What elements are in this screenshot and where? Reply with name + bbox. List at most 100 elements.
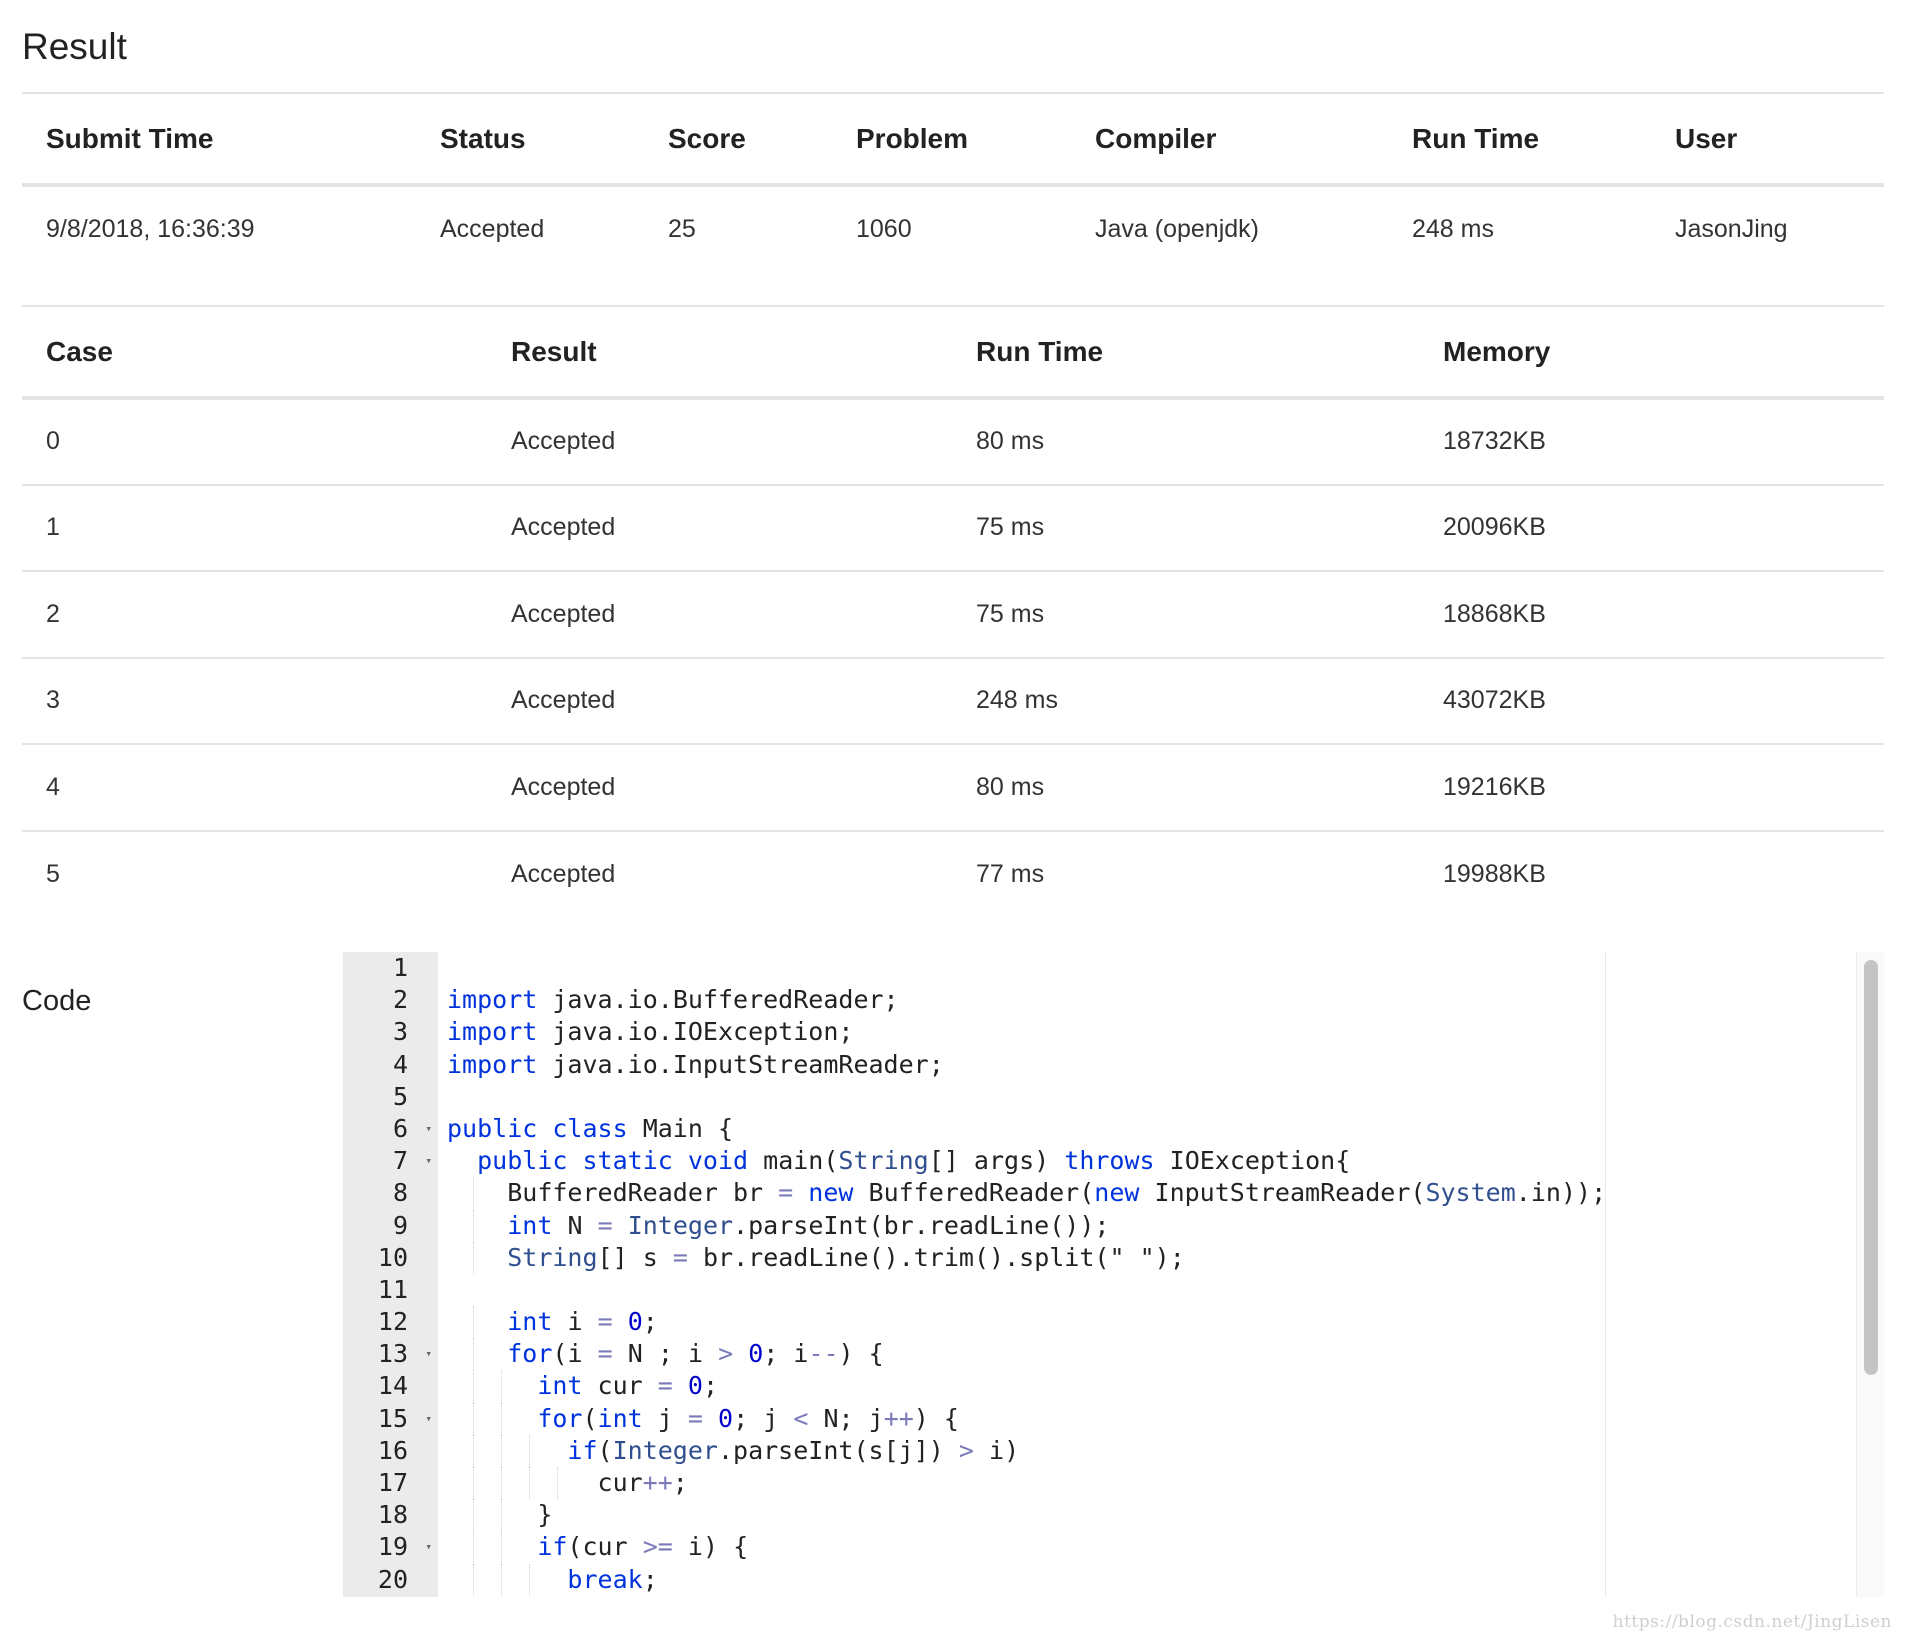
fold-toggle-icon[interactable]: ▾	[425, 1531, 432, 1563]
header-score: Score	[668, 122, 746, 154]
code-line: BufferedReader br = new BufferedReader(n…	[447, 1177, 1884, 1210]
code-content[interactable]: import java.io.BufferedReader; import jav…	[447, 952, 1884, 1596]
indent-guide	[501, 1402, 502, 1435]
line-number-text: 4	[392, 1049, 408, 1079]
line-number: 9	[343, 1210, 438, 1242]
fold-toggle-icon[interactable]: ▾	[425, 1145, 432, 1177]
header-submit-time: Submit Time	[46, 122, 214, 154]
submit-time: 9/8/2018, 16:36:39	[46, 214, 255, 243]
indent-guide	[501, 1370, 502, 1403]
submission-header-row: Submit Time Status Score Problem Compile…	[22, 93, 1884, 185]
line-number-text: 15	[377, 1403, 408, 1433]
table-row: 2 Accepted 75 ms 18868KB	[22, 571, 1884, 658]
indent-guide	[473, 1467, 474, 1500]
line-number: 12	[343, 1306, 438, 1338]
vertical-scrollbar[interactable]	[1856, 952, 1884, 1597]
line-number: 6 ▾	[343, 1113, 438, 1145]
table-row: 0 Accepted 80 ms 18732KB	[22, 398, 1884, 485]
header-problem: Problem	[856, 122, 969, 154]
case-header-row: Case Result Run Time Memory	[22, 306, 1884, 398]
code-line: int i = 0;	[447, 1306, 1884, 1339]
case-memory: 43072KB	[1443, 686, 1546, 715]
status-accepted: Accepted	[440, 214, 545, 243]
line-number: 7 ▾	[343, 1145, 438, 1177]
code-line: public class Main {	[447, 1113, 734, 1143]
indent-guide	[473, 1370, 474, 1403]
header-user: User	[1675, 122, 1738, 154]
fold-toggle-icon[interactable]: ▾	[425, 1403, 432, 1435]
page-title: Result	[22, 26, 127, 67]
line-number-text: 2	[392, 985, 408, 1015]
line-number: 19 ▾	[343, 1531, 438, 1563]
indent-guide	[473, 1434, 474, 1467]
run-time: 248 ms	[1412, 214, 1494, 243]
indent-guide	[501, 1434, 502, 1467]
header-compiler: Compiler	[1095, 122, 1217, 154]
case-result: Accepted	[511, 859, 616, 888]
line-number-text: 14	[377, 1371, 408, 1401]
code-line: for(int j = 0; j < N; j++) {	[447, 1402, 1884, 1435]
indent-guide	[557, 1467, 558, 1500]
scrollbar-thumb[interactable]	[1864, 960, 1878, 1375]
line-number-text: 13	[377, 1339, 408, 1369]
line-number: 15 ▾	[343, 1403, 438, 1435]
line-number-text: 17	[377, 1468, 408, 1497]
compiler: Java (openjdk)	[1095, 214, 1259, 243]
indent-guide	[473, 1338, 474, 1371]
fold-toggle-icon[interactable]: ▾	[425, 1113, 432, 1145]
line-number: 5	[343, 1081, 438, 1113]
code-line: import java.io.InputStreamReader;	[447, 1049, 944, 1079]
case-run-time: 80 ms	[976, 427, 1045, 456]
line-number-text: 12	[377, 1307, 408, 1337]
code-line: if(cur >= i) {	[447, 1531, 1884, 1564]
header-case-run-time: Run Time	[976, 335, 1104, 367]
line-number: 2	[343, 984, 438, 1016]
case-result: Accepted	[511, 599, 616, 628]
code-line: String[] s = br.readLine().trim().split(…	[447, 1241, 1884, 1274]
header-run-time: Run Time	[1412, 122, 1540, 154]
indent-guide	[473, 1209, 474, 1242]
indent-guide	[473, 1241, 474, 1274]
submission-row: 9/8/2018, 16:36:39 Accepted 25 1060 Java…	[22, 185, 1884, 271]
case-result: Accepted	[511, 513, 616, 542]
case-run-time: 75 ms	[976, 599, 1045, 628]
code-line: import java.io.BufferedReader;	[447, 985, 899, 1015]
case-table: Case Result Run Time Memory 0 Accepted 8…	[22, 305, 1884, 917]
line-number-text: 8	[392, 1178, 408, 1208]
indent-guide	[473, 1402, 474, 1435]
line-number: 4	[343, 1049, 438, 1081]
line-number: 20	[343, 1564, 438, 1596]
line-number: 1	[343, 952, 438, 984]
case-memory: 18732KB	[1443, 427, 1546, 456]
indent-guide	[473, 1563, 474, 1596]
fold-toggle-icon[interactable]: ▾	[425, 1338, 432, 1370]
case-number: 3	[46, 686, 60, 715]
indent-guide	[501, 1499, 502, 1532]
submission-table: Submit Time Status Score Problem Compile…	[22, 92, 1884, 271]
header-result: Result	[511, 335, 597, 367]
line-number: 3	[343, 1016, 438, 1048]
indent-guide	[473, 1306, 474, 1339]
problem-link[interactable]: 1060	[832, 185, 1071, 271]
table-row: 3 Accepted 248 ms 43072KB	[22, 658, 1884, 744]
table-row: 1 Accepted 75 ms 20096KB	[22, 485, 1884, 571]
line-number: 8	[343, 1177, 438, 1209]
code-editor[interactable]: 1 2 3 4 5 6 ▾ 7 ▾ 8 9 10 11 12 13 ▾ 14 15 ▾ 16 17 18 19 ▾ 20 imp…	[343, 952, 1884, 1597]
case-result: Accepted	[511, 772, 616, 801]
indent-guide	[529, 1434, 530, 1467]
indent-guide	[473, 1499, 474, 1532]
case-run-time: 75 ms	[976, 513, 1045, 542]
line-number-text: 16	[377, 1435, 408, 1465]
case-result: Accepted	[511, 427, 616, 456]
line-number: 18	[343, 1499, 438, 1531]
line-number: 13 ▾	[343, 1338, 438, 1370]
indent-guide	[501, 1467, 502, 1500]
header-case: Case	[46, 335, 113, 367]
case-number: 2	[46, 599, 60, 628]
score: 25	[668, 214, 696, 243]
code-line: cur++;	[447, 1467, 1884, 1500]
table-row: 5 Accepted 77 ms 19988KB	[22, 831, 1884, 918]
code-line: }	[447, 1499, 1884, 1532]
